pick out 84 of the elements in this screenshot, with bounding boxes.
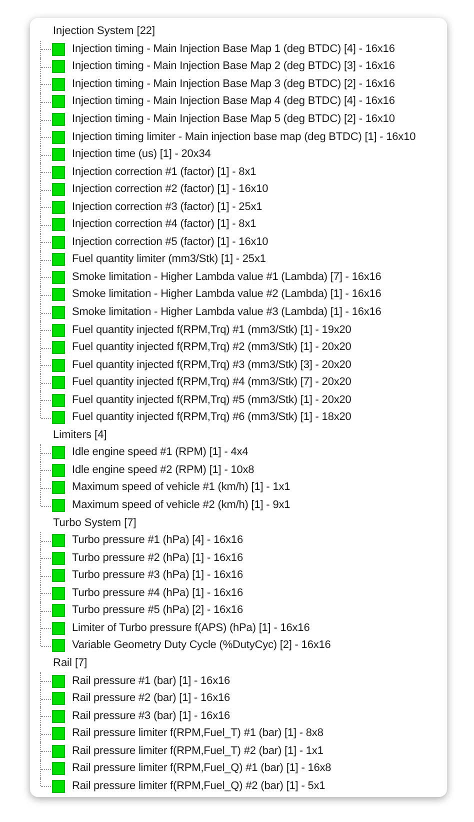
status-icon: [52, 113, 65, 126]
status-icon: [52, 376, 65, 390]
status-icon: [52, 306, 65, 320]
status-icon: [52, 270, 65, 284]
tree-group-label[interactable]: Limiters [4]: [52, 428, 108, 443]
status-icon: [52, 288, 65, 302]
tree-item[interactable]: Injection correction #4 (factor) [1] - 8x1: [72, 217, 256, 232]
status-icon: [52, 622, 65, 635]
tree-item[interactable]: Rail pressure limiter f(RPM,Fuel_T) #1 (bar) [1] - 8x8: [72, 726, 324, 742]
status-icon: [52, 499, 65, 512]
tree-item[interactable]: Idle engine speed #1 (RPM) [1] - 4x4: [72, 445, 248, 460]
status-icon: [52, 394, 65, 407]
status-icon: [52, 411, 65, 424]
tree-item[interactable]: Idle engine speed #2 (RPM) [1] - 10x8: [72, 462, 254, 478]
tree-item[interactable]: Turbo pressure #4 (hPa) [1] - 16x16: [72, 586, 243, 601]
status-icon: [52, 744, 65, 758]
tree-item[interactable]: Injection correction #1 (factor) [1] - 8x1: [72, 164, 256, 180]
tree-item[interactable]: Maximum speed of vehicle #1 (km/h) [1] - 1x1: [72, 480, 290, 496]
status-icon: [52, 358, 65, 372]
tree-item[interactable]: Fuel quantity injected f(RPM,Trq) #3 (mm3/Stk) [3] - 20x20: [72, 358, 352, 373]
status-icon: [52, 183, 65, 196]
status-icon: [52, 552, 65, 565]
status-icon: [52, 586, 65, 600]
status-icon: [52, 481, 65, 494]
tree-item[interactable]: Fuel quantity injected f(RPM,Trq) #6 (mm3/Stk) [1] - 18x20: [72, 410, 352, 426]
status-icon: [52, 253, 65, 266]
status-icon: [52, 639, 65, 652]
tree-item[interactable]: Rail pressure #1 (bar) [1] - 16x16: [72, 674, 230, 688]
status-icon: [52, 95, 65, 108]
tree-item[interactable]: Turbo pressure #5 (hPa) [2] - 16x16: [72, 603, 243, 618]
tree-item[interactable]: Fuel quantity limiter (mm3/Stk) [1] - 25x1: [72, 252, 266, 268]
tree-item[interactable]: Injection correction #3 (factor) [1] - 25x1: [72, 200, 262, 215]
status-icon: [52, 604, 65, 618]
tree-item[interactable]: Maximum speed of vehicle #2 (km/h) [1] - 9x1: [72, 498, 290, 514]
status-icon: [52, 692, 65, 706]
status-icon: [52, 569, 65, 582]
status-icon: [52, 166, 65, 179]
tree-group-label[interactable]: Rail [7]: [52, 656, 88, 671]
tree-item[interactable]: Injection timing - Main Injection Base Map 3 (deg BTDC) [2] - 16x16: [72, 76, 395, 92]
status-icon: [52, 200, 65, 214]
status-icon: [52, 464, 65, 477]
status-icon: [52, 341, 65, 354]
tree-item[interactable]: Rail pressure limiter f(RPM,Fuel_Q) #2 (bar) [1] - 5x1: [72, 778, 326, 794]
status-icon: [52, 727, 65, 740]
tree-group-label[interactable]: Injection System [22]: [52, 24, 156, 40]
status-icon: [52, 762, 65, 776]
status-icon: [52, 218, 65, 232]
status-icon: [52, 130, 65, 144]
tree-item[interactable]: Injection timing - Main Injection Base Map 5 (deg BTDC) [2] - 16x10: [72, 112, 395, 127]
tree-item[interactable]: Variable Geometry Duty Cycle (%DutyCyc) [2] - 16x16: [72, 638, 331, 654]
tree-item[interactable]: Turbo pressure #3 (hPa) [1] - 16x16: [72, 568, 243, 584]
status-icon: [52, 324, 65, 337]
tree-item[interactable]: Injection time (us) [1] - 20x34: [72, 147, 211, 162]
tree-item[interactable]: Injection correction #2 (factor) [1] - 16x10: [72, 182, 268, 198]
tree-item[interactable]: Injection timing - Main Injection Base Map 2 (deg BTDC) [3] - 16x16: [72, 59, 395, 74]
tree-item[interactable]: Turbo pressure #2 (hPa) [1] - 16x16: [72, 550, 243, 566]
tree-item[interactable]: Smoke limitation - Higher Lambda value #2 (Lambda) [1] - 16x16: [72, 287, 382, 302]
status-icon: [52, 780, 65, 793]
status-icon: [52, 674, 65, 688]
status-icon: [52, 710, 65, 723]
status-icon: [52, 534, 65, 548]
tree-item[interactable]: Fuel quantity injected f(RPM,Trq) #5 (mm3/Stk) [1] - 20x20: [72, 392, 352, 408]
tree-item[interactable]: Limiter of Turbo pressure f(APS) (hPa) [1] - 16x16: [72, 620, 310, 636]
tree-item[interactable]: Rail pressure #3 (bar) [1] - 16x16: [72, 708, 230, 724]
tree-item[interactable]: Fuel quantity injected f(RPM,Trq) #2 (mm3/Stk) [1] - 20x20: [72, 340, 352, 356]
status-icon: [52, 42, 65, 56]
tree-group-label[interactable]: Turbo System [7]: [52, 516, 138, 531]
tree-item[interactable]: Fuel quantity injected f(RPM,Trq) #4 (mm3/Stk) [7] - 20x20: [72, 375, 352, 390]
tree-item[interactable]: Rail pressure #2 (bar) [1] - 16x16: [72, 691, 230, 706]
status-icon: [52, 446, 65, 460]
status-icon: [52, 78, 65, 91]
tree-item[interactable]: Injection timing - Main Injection Base Map 4 (deg BTDC) [4] - 16x16: [72, 94, 395, 110]
tree-item[interactable]: Turbo pressure #1 (hPa) [4] - 16x16: [72, 533, 243, 548]
tree-item[interactable]: Fuel quantity injected f(RPM,Trq) #1 (mm3/Stk) [1] - 19x20: [72, 322, 352, 338]
tree-item[interactable]: Rail pressure limiter f(RPM,Fuel_T) #2 (bar) [1] - 1x1: [72, 744, 324, 759]
tree-item[interactable]: Injection timing limiter - Main injection base map (deg BTDC) [1] - 16x10: [72, 130, 416, 145]
tree-item[interactable]: Rail pressure limiter f(RPM,Fuel_Q) #1 (bar) [1] - 16x8: [72, 761, 332, 776]
status-icon: [52, 236, 65, 249]
tree-item[interactable]: Injection timing - Main Injection Base Map 1 (deg BTDC) [4] - 16x16: [72, 42, 395, 57]
tree-item[interactable]: Injection correction #5 (factor) [1] - 16x10: [72, 234, 268, 250]
tree-item[interactable]: Smoke limitation - Higher Lambda value #3 (Lambda) [1] - 16x16: [72, 305, 382, 320]
tree-item[interactable]: Smoke limitation - Higher Lambda value #1 (Lambda) [7] - 16x16: [72, 270, 382, 285]
status-icon: [52, 60, 65, 74]
status-icon: [52, 148, 65, 162]
